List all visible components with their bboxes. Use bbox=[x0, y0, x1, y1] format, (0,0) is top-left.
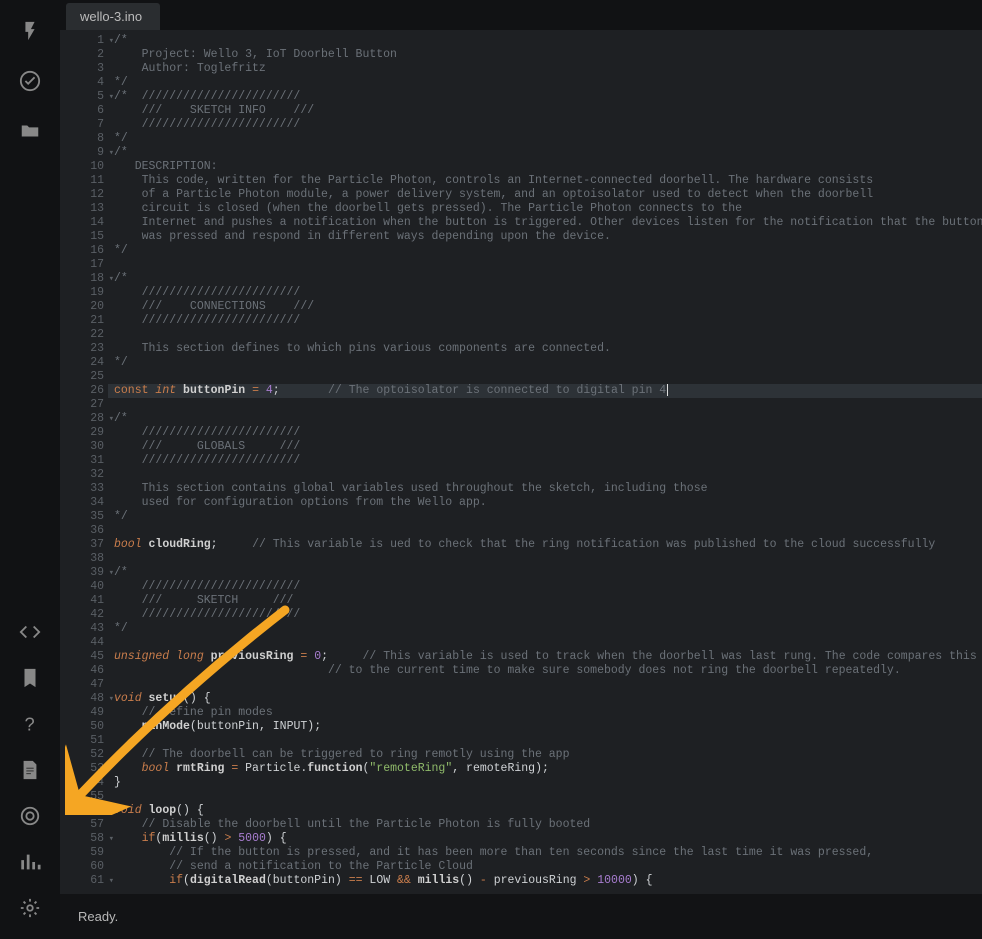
code-icon[interactable] bbox=[19, 621, 41, 643]
target-icon[interactable] bbox=[19, 805, 41, 827]
folder-icon[interactable] bbox=[19, 120, 41, 142]
svg-text:?: ? bbox=[25, 713, 35, 734]
bookmark-icon[interactable] bbox=[19, 667, 41, 689]
sidebar: ? bbox=[0, 0, 60, 939]
graph-icon[interactable] bbox=[19, 851, 41, 873]
tab-bar: wello-3.ino bbox=[60, 0, 982, 30]
main-area: wello-3.ino 1▾2345▾6789▾1011121314151617… bbox=[60, 0, 982, 939]
docs-icon[interactable] bbox=[19, 759, 41, 781]
verify-icon[interactable] bbox=[19, 70, 41, 92]
flash-icon[interactable] bbox=[19, 20, 41, 42]
editor[interactable]: 1▾2345▾6789▾101112131415161718▾192021222… bbox=[60, 30, 982, 894]
status-text: Ready. bbox=[78, 909, 118, 924]
code-area[interactable]: /* Project: Wello 3, IoT Doorbell Button… bbox=[108, 30, 982, 894]
settings-icon[interactable] bbox=[19, 897, 41, 919]
help-icon[interactable]: ? bbox=[19, 713, 41, 735]
tab-file[interactable]: wello-3.ino bbox=[66, 3, 160, 30]
status-bar: Ready. bbox=[60, 894, 982, 939]
line-gutter: 1▾2345▾6789▾101112131415161718▾192021222… bbox=[60, 30, 108, 894]
